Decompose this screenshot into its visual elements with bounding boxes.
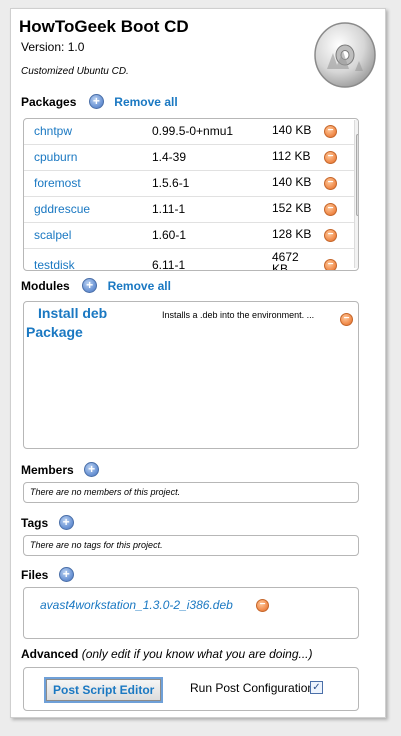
scrollbar-thumb[interactable] bbox=[356, 134, 358, 216]
run-post-config-label: Run Post Configuration bbox=[190, 681, 315, 695]
packages-header: Packages + Remove all bbox=[21, 93, 178, 111]
tags-empty-text: There are no tags for this project. bbox=[30, 540, 163, 550]
project-version: Version: 1.0 bbox=[21, 40, 85, 54]
packages-remove-all-link[interactable]: Remove all bbox=[114, 95, 177, 109]
project-description: Customized Ubuntu CD. bbox=[21, 66, 129, 77]
scroll-down-icon[interactable]: ▼ bbox=[355, 256, 359, 268]
files-heading: Files bbox=[21, 568, 49, 582]
remove-package-icon[interactable]: − bbox=[324, 151, 337, 164]
package-name-link[interactable]: foremost bbox=[34, 176, 81, 190]
post-script-editor-button[interactable]: Post Script Editor bbox=[46, 679, 162, 701]
tags-box: There are no tags for this project. bbox=[23, 535, 359, 556]
table-row: chntpw 0.99.5-0+nmu1 140 KB − bbox=[24, 119, 358, 145]
tags-header: Tags + bbox=[21, 514, 74, 532]
package-version: 1.11-1 bbox=[152, 202, 186, 216]
add-file-icon[interactable]: + bbox=[58, 567, 74, 583]
package-version: 1.60-1 bbox=[152, 228, 187, 242]
run-post-config-checkbox[interactable]: ✓ bbox=[310, 681, 323, 694]
remove-package-icon[interactable]: − bbox=[324, 203, 337, 216]
members-empty-text: There are no members of this project. bbox=[30, 487, 181, 497]
add-member-icon[interactable]: + bbox=[84, 462, 100, 478]
project-panel: HowToGeek Boot CD Version: 1.0 Customize… bbox=[10, 8, 386, 718]
advanced-note: (only edit if you know what you are doin… bbox=[81, 647, 313, 661]
table-row: cpuburn 1.4-39 112 KB − bbox=[24, 145, 358, 171]
project-title: HowToGeek Boot CD bbox=[19, 17, 189, 36]
members-header: Members + bbox=[21, 461, 100, 479]
table-row: testdisk 6.11-1 4672 KB − bbox=[24, 249, 358, 271]
members-box: There are no members of this project. bbox=[23, 482, 359, 503]
packages-heading: Packages bbox=[21, 95, 77, 109]
package-name-link[interactable]: scalpel bbox=[34, 228, 71, 242]
remove-file-icon[interactable]: − bbox=[256, 599, 269, 612]
modules-remove-all-link[interactable]: Remove all bbox=[108, 279, 171, 293]
advanced-box: Post Script Editor Run Post Configuratio… bbox=[23, 667, 359, 711]
modules-heading: Modules bbox=[21, 279, 70, 293]
package-version: 1.4-39 bbox=[152, 150, 187, 164]
remove-package-icon[interactable]: − bbox=[324, 125, 337, 138]
package-name-link[interactable]: chntpw bbox=[34, 124, 72, 138]
table-row: scalpel 1.60-1 128 KB − bbox=[24, 223, 358, 249]
package-size: 128 KB bbox=[272, 227, 312, 241]
package-version: 6.11-1 bbox=[152, 258, 186, 271]
tags-heading: Tags bbox=[21, 516, 49, 530]
file-link[interactable]: avast4workstation_1.3.0-2_i386.deb bbox=[40, 598, 233, 612]
package-name-link[interactable]: gddrescue bbox=[34, 202, 90, 216]
packages-table: chntpw 0.99.5-0+nmu1 140 KB − cpuburn 1.… bbox=[23, 118, 359, 271]
add-package-icon[interactable]: + bbox=[88, 94, 104, 110]
package-version: 1.5.6-1 bbox=[152, 176, 190, 190]
remove-package-icon[interactable]: − bbox=[324, 229, 337, 242]
package-size: 112 KB bbox=[272, 149, 311, 163]
add-module-icon[interactable]: + bbox=[82, 278, 98, 294]
remove-package-icon[interactable]: − bbox=[324, 259, 337, 270]
package-version: 0.99.5-0+nmu1 bbox=[152, 124, 234, 138]
cd-disc-icon bbox=[314, 22, 376, 88]
package-size: 152 KB bbox=[272, 201, 312, 215]
package-size: 140 KB bbox=[272, 175, 312, 189]
advanced-header: Advanced (only edit if you know what you… bbox=[21, 647, 313, 661]
module-name-link[interactable]: Install deb Package bbox=[26, 304, 146, 342]
package-name-link[interactable]: testdisk bbox=[34, 258, 75, 270]
add-tag-icon[interactable]: + bbox=[58, 515, 74, 531]
table-row: gddrescue 1.11-1 152 KB − bbox=[24, 197, 358, 223]
advanced-heading: Advanced bbox=[21, 647, 79, 661]
scroll-up-icon[interactable]: ▲ bbox=[355, 120, 359, 132]
remove-module-icon[interactable]: − bbox=[340, 313, 353, 326]
files-list: avast4workstation_1.3.0-2_i386.deb − bbox=[23, 587, 359, 639]
files-header: Files + bbox=[21, 566, 74, 584]
package-name-link[interactable]: cpuburn bbox=[34, 150, 77, 164]
package-size: 140 KB bbox=[272, 123, 312, 137]
modules-header: Modules + Remove all bbox=[21, 277, 171, 295]
members-heading: Members bbox=[21, 463, 74, 477]
module-description: Installs a .deb into the environment. ..… bbox=[162, 310, 315, 320]
packages-scrollbar[interactable]: ▲ ▼ bbox=[354, 120, 359, 268]
modules-list: Install deb Package Installs a .deb into… bbox=[23, 301, 359, 449]
package-size: 4672 KB bbox=[272, 250, 299, 271]
remove-package-icon[interactable]: − bbox=[324, 177, 337, 190]
table-row: foremost 1.5.6-1 140 KB − bbox=[24, 171, 358, 197]
